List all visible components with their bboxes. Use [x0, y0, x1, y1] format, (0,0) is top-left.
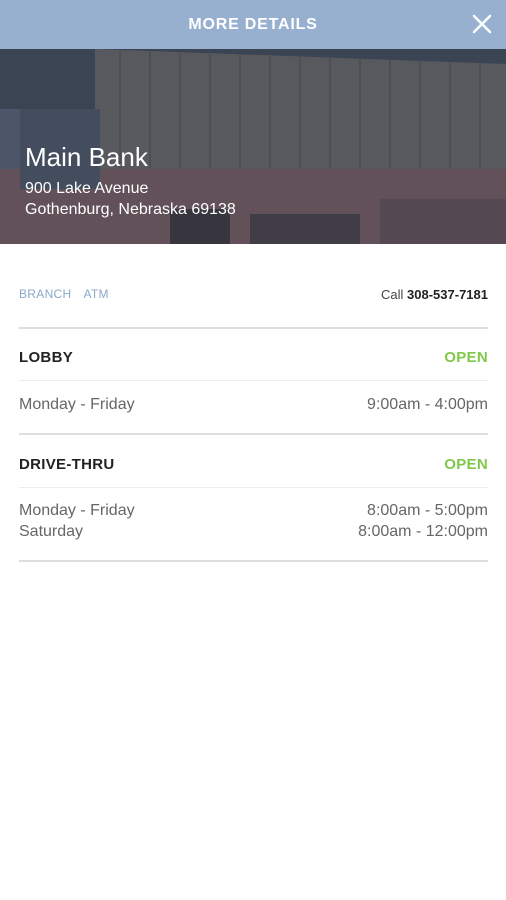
service-type-row: BRANCH ATM Call 308-537-7181	[19, 286, 488, 302]
tab-branch[interactable]: BRANCH	[19, 287, 71, 301]
close-icon	[472, 14, 492, 34]
close-button[interactable]	[470, 12, 494, 36]
divider	[19, 327, 488, 329]
call-label: Call	[381, 286, 404, 302]
branch-photo: Main Bank 900 Lake Avenue Gothenburg, Ne…	[0, 49, 506, 244]
tab-atm[interactable]: ATM	[83, 287, 108, 301]
branch-name: Main Bank	[25, 142, 148, 172]
drive-thru-hours-time: 8:00am - 5:00pm	[367, 502, 488, 519]
address-line-2: Gothenburg, Nebraska 69138	[25, 201, 236, 218]
lobby-status-badge: OPEN	[444, 349, 488, 366]
drive-thru-hours-time: 8:00am - 12:00pm	[358, 523, 488, 540]
phone-number[interactable]: 308-537-7181	[407, 287, 488, 302]
divider	[19, 487, 488, 488]
drive-thru-hours-days: Saturday	[19, 523, 84, 540]
drive-thru-status-badge: OPEN	[444, 456, 488, 473]
lobby-hours-time: 9:00am - 4:00pm	[367, 396, 488, 413]
divider	[19, 560, 488, 562]
header-bar: MORE DETAILS	[0, 0, 506, 49]
divider	[19, 433, 488, 435]
address-line-1: 900 Lake Avenue	[25, 180, 149, 197]
page-title: MORE DETAILS	[188, 15, 318, 33]
divider	[19, 380, 488, 381]
call-link[interactable]: Call 308-537-7181	[381, 287, 488, 302]
lobby-hours-days: Monday - Friday	[19, 396, 135, 413]
lobby-title: LOBBY	[19, 349, 73, 366]
drive-thru-title: DRIVE-THRU	[19, 456, 115, 473]
drive-thru-hours-days: Monday - Friday	[19, 502, 135, 519]
